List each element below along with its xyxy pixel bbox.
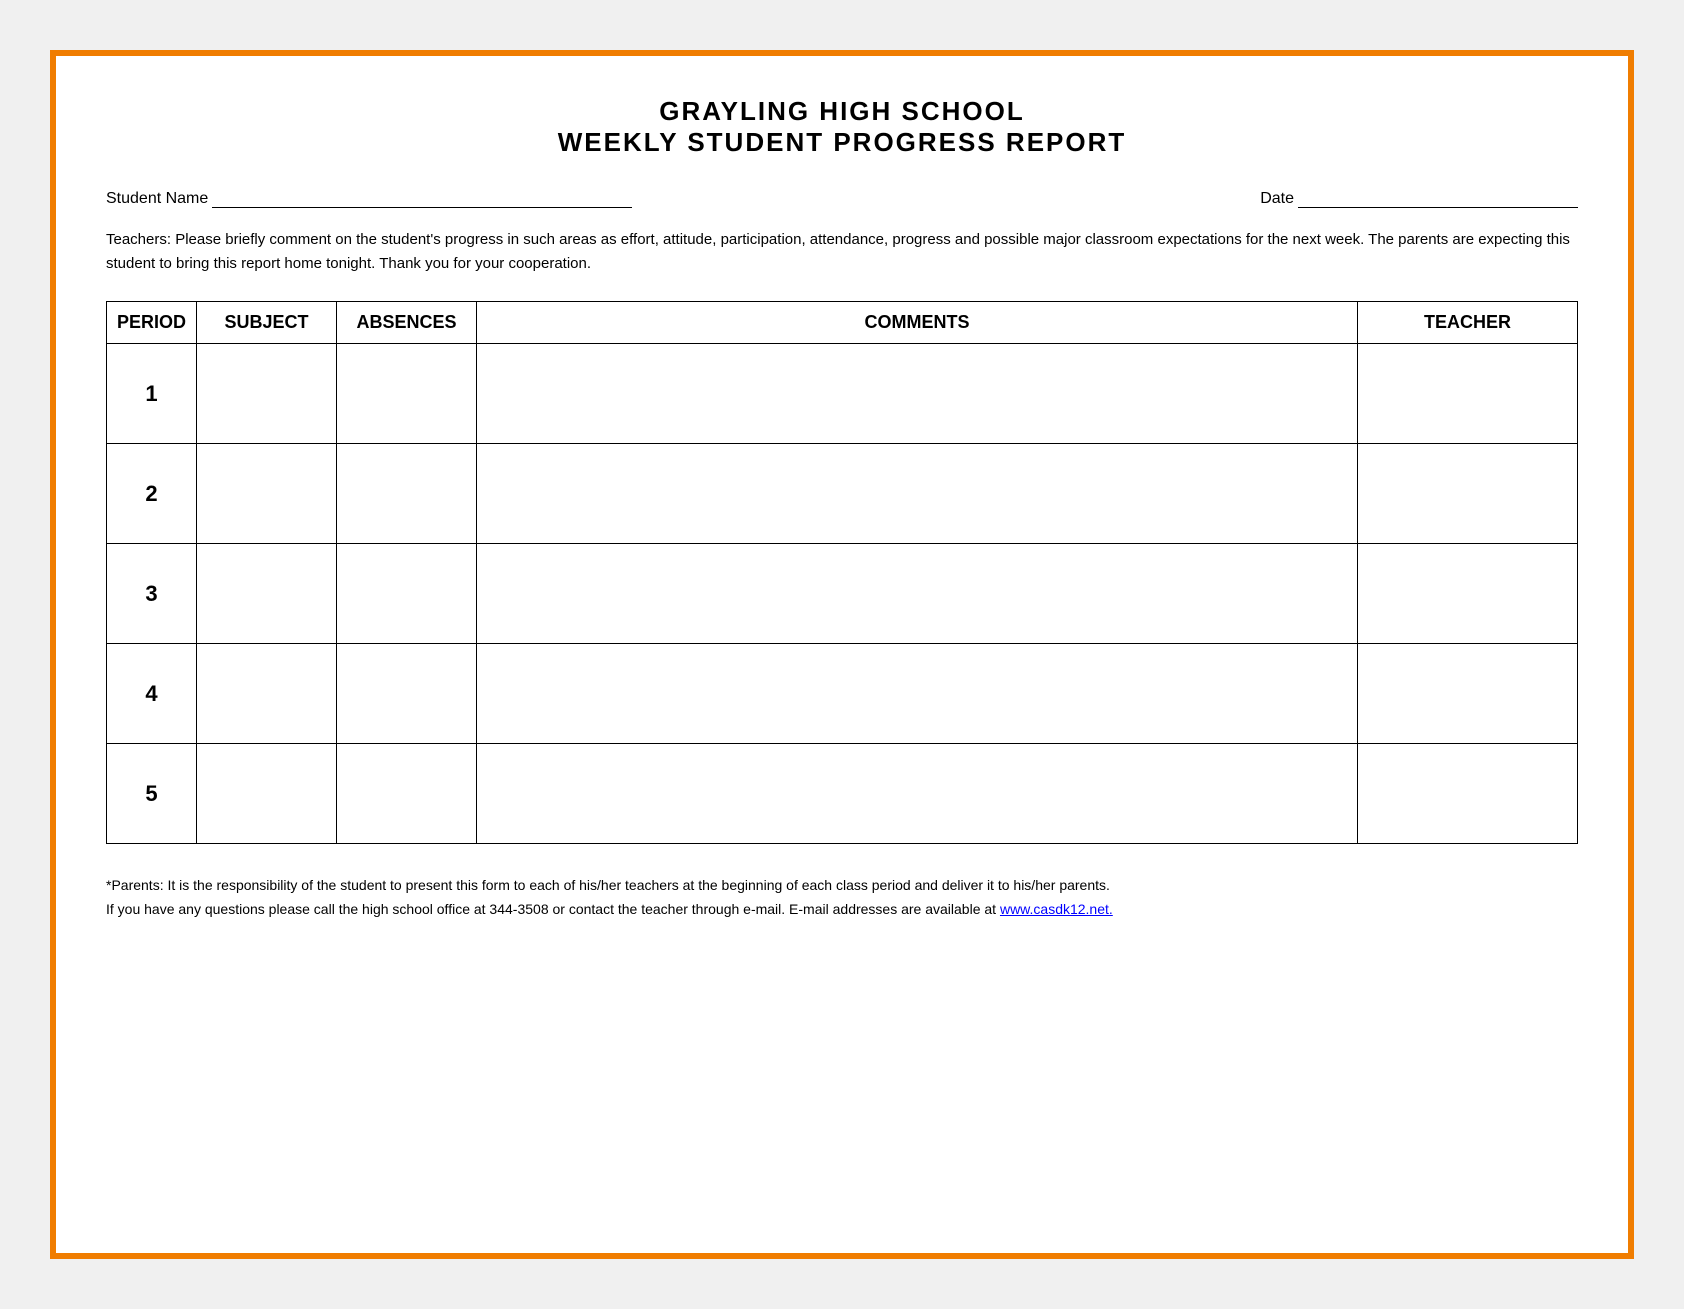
- cell-absences[interactable]: [337, 744, 477, 844]
- cell-comments[interactable]: [477, 544, 1358, 644]
- cell-subject[interactable]: [197, 544, 337, 644]
- date-field: Date: [1260, 188, 1578, 208]
- cell-period: 2: [107, 444, 197, 544]
- cell-period: 4: [107, 644, 197, 744]
- cell-comments[interactable]: [477, 344, 1358, 444]
- student-name-field: Student Name: [106, 188, 632, 208]
- date-line[interactable]: [1298, 188, 1578, 208]
- student-name-line[interactable]: [212, 188, 632, 208]
- cell-teacher[interactable]: [1358, 744, 1578, 844]
- table-row: 2: [107, 444, 1578, 544]
- cell-subject[interactable]: [197, 444, 337, 544]
- cell-teacher[interactable]: [1358, 444, 1578, 544]
- cell-comments[interactable]: [477, 744, 1358, 844]
- footer-line1: *Parents: It is the responsibility of th…: [106, 874, 1578, 898]
- footer-link[interactable]: www.casdk12.net.: [1000, 901, 1113, 917]
- cell-subject[interactable]: [197, 344, 337, 444]
- cell-period: 1: [107, 344, 197, 444]
- table-header-row: PERIOD SUBJECT ABSENCES COMMENTS TEACHER: [107, 302, 1578, 344]
- header-comments: COMMENTS: [477, 302, 1358, 344]
- header-period: PERIOD: [107, 302, 197, 344]
- cell-teacher[interactable]: [1358, 644, 1578, 744]
- title-section: GRAYLING HIGH SCHOOL WEEKLY STUDENT PROG…: [106, 96, 1578, 158]
- cell-comments[interactable]: [477, 644, 1358, 744]
- footer-line2: If you have any questions please call th…: [106, 898, 1578, 922]
- cell-period: 5: [107, 744, 197, 844]
- table-row: 4: [107, 644, 1578, 744]
- cell-absences[interactable]: [337, 644, 477, 744]
- report-table: PERIOD SUBJECT ABSENCES COMMENTS TEACHER…: [106, 301, 1578, 844]
- cell-subject[interactable]: [197, 644, 337, 744]
- header-subject: SUBJECT: [197, 302, 337, 344]
- title-line1: GRAYLING HIGH SCHOOL: [106, 96, 1578, 127]
- cell-subject[interactable]: [197, 744, 337, 844]
- header-absences: ABSENCES: [337, 302, 477, 344]
- cell-teacher[interactable]: [1358, 344, 1578, 444]
- cell-absences[interactable]: [337, 544, 477, 644]
- table-row: 3: [107, 544, 1578, 644]
- cell-absences[interactable]: [337, 344, 477, 444]
- student-date-row: Student Name Date: [106, 188, 1578, 208]
- header-teacher: TEACHER: [1358, 302, 1578, 344]
- cell-comments[interactable]: [477, 444, 1358, 544]
- cell-teacher[interactable]: [1358, 544, 1578, 644]
- table-row: 5: [107, 744, 1578, 844]
- table-row: 1: [107, 344, 1578, 444]
- student-name-label: Student Name: [106, 190, 208, 208]
- title-line2: WEEKLY STUDENT PROGRESS REPORT: [106, 127, 1578, 158]
- cell-absences[interactable]: [337, 444, 477, 544]
- footer-section: *Parents: It is the responsibility of th…: [106, 874, 1578, 922]
- footer-text2: If you have any questions please call th…: [106, 901, 1000, 917]
- date-label: Date: [1260, 190, 1294, 208]
- page-container: GRAYLING HIGH SCHOOL WEEKLY STUDENT PROG…: [50, 50, 1634, 1259]
- cell-period: 3: [107, 544, 197, 644]
- instructions-text: Teachers: Please briefly comment on the …: [106, 228, 1578, 276]
